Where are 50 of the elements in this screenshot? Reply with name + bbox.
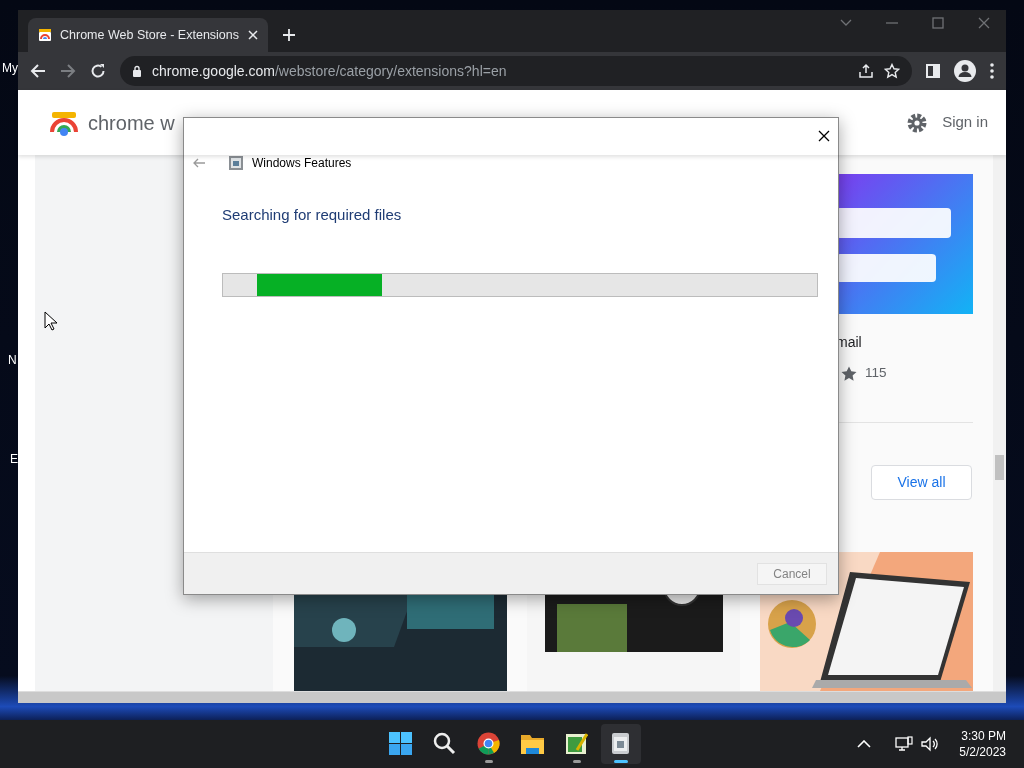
forward-icon[interactable] — [60, 63, 76, 79]
status-heading: Searching for required files — [222, 205, 403, 225]
lock-icon — [132, 65, 142, 77]
chevron-down-icon[interactable] — [840, 19, 852, 27]
star-icon — [841, 365, 857, 381]
close-icon — [248, 30, 258, 40]
side-panel-icon[interactable] — [926, 64, 940, 78]
chevron-up-icon[interactable] — [857, 740, 872, 748]
profile-icon[interactable] — [954, 60, 976, 82]
windows-logo-icon — [389, 732, 412, 755]
share-icon[interactable] — [858, 63, 874, 79]
browser-tab[interactable]: Chrome Web Store - Extensions — [28, 18, 268, 52]
close-icon — [818, 130, 830, 142]
store-logo-text: chrome w — [88, 110, 175, 136]
close-tab-button[interactable] — [248, 30, 258, 40]
clock-date[interactable]: 5/2/2023 — [959, 744, 1006, 761]
reload-icon[interactable] — [90, 63, 106, 79]
vertical-scrollbar[interactable] — [993, 155, 1006, 691]
taskbar-app-button[interactable] — [601, 724, 641, 764]
dialog-title: Windows Features — [252, 155, 352, 172]
store-logo-icon — [50, 109, 78, 136]
settings-icon[interactable] — [906, 111, 929, 134]
notepad-icon — [565, 732, 588, 755]
cursor-icon — [44, 311, 58, 331]
windows-features-icon — [609, 732, 632, 755]
sign-in-link[interactable]: Sign in — [942, 111, 988, 134]
volume-icon[interactable] — [921, 736, 940, 752]
close-icon[interactable] — [978, 17, 990, 29]
address-bar[interactable]: chrome.google.com/webstore/category/extensions?hl=en — [120, 56, 912, 86]
menu-icon[interactable] — [990, 63, 994, 79]
network-icon[interactable] — [895, 736, 914, 752]
horizontal-scrollbar[interactable] — [18, 691, 1006, 703]
folder-icon — [521, 732, 544, 755]
maximize-icon[interactable] — [932, 17, 944, 29]
new-tab-button[interactable] — [282, 28, 296, 42]
search-icon — [433, 732, 456, 755]
desktop-icon-label[interactable]: E — [10, 450, 18, 468]
tab-title: Chrome Web Store - Extensions — [60, 26, 240, 44]
scrollbar-thumb[interactable] — [995, 455, 1004, 480]
desktop-icon-label[interactable]: My — [2, 59, 18, 77]
store-icon — [38, 28, 52, 42]
windows-features-icon — [228, 155, 244, 171]
plus-icon — [282, 28, 296, 42]
url-text: chrome.google.com/webstore/category/extensions?hl=en — [152, 61, 508, 81]
desktop-icon-label[interactable]: N — [8, 351, 17, 369]
view-all-button[interactable]: View all — [871, 465, 972, 501]
clock-time[interactable]: 3:30 PM — [959, 727, 1006, 744]
star-icon[interactable] — [884, 63, 900, 79]
rating-count: 115 — [865, 364, 887, 382]
chrome-icon — [477, 732, 500, 755]
